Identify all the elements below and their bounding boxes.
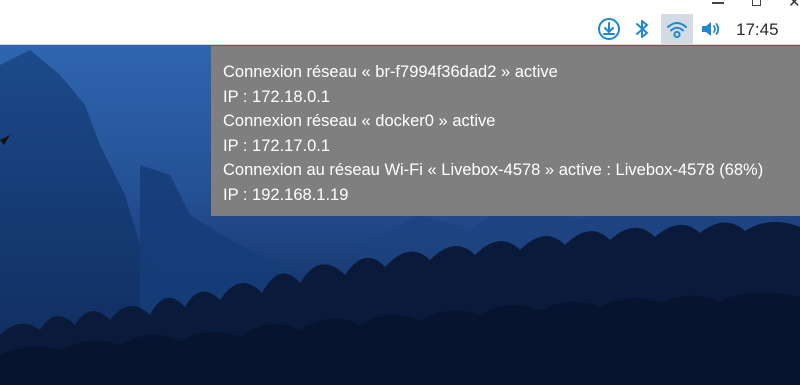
download-icon [598,18,620,40]
top-panel: ✕ 17:45 [0,0,800,45]
bluetooth-icon [636,20,648,38]
network-button[interactable] [661,14,693,44]
tooltip-line: IP : 192.168.1.19 [223,185,349,204]
tooltip-line: IP : 172.17.0.1 [223,136,331,155]
tooltip-line: IP : 172.18.0.1 [223,87,331,106]
volume-button[interactable] [697,14,725,44]
bluetooth-button[interactable] [628,14,656,44]
minimize-button[interactable] [712,2,724,4]
volume-icon [702,22,720,36]
tooltip-line: Connexion réseau « br-f7994f36dad2 » act… [223,63,558,81]
tooltip-line: Connexion au réseau Wi-Fi « Livebox-4578… [223,161,764,180]
update-notifier-button[interactable] [595,14,623,44]
network-status-tooltip: Connexion réseau « br-f7994f36dad2 » act… [211,46,800,216]
close-button[interactable]: ✕ [788,0,800,11]
desktop-screen: ✕ 17:45 Connexion réseau « br-f7994f36da… [0,0,800,385]
close-icon: ✕ [788,0,800,11]
wifi-icon [667,22,687,39]
tooltip-line: Connexion réseau « docker0 » active [223,112,496,131]
maximize-button[interactable] [752,0,761,6]
clock[interactable]: 17:45 [736,20,779,40]
